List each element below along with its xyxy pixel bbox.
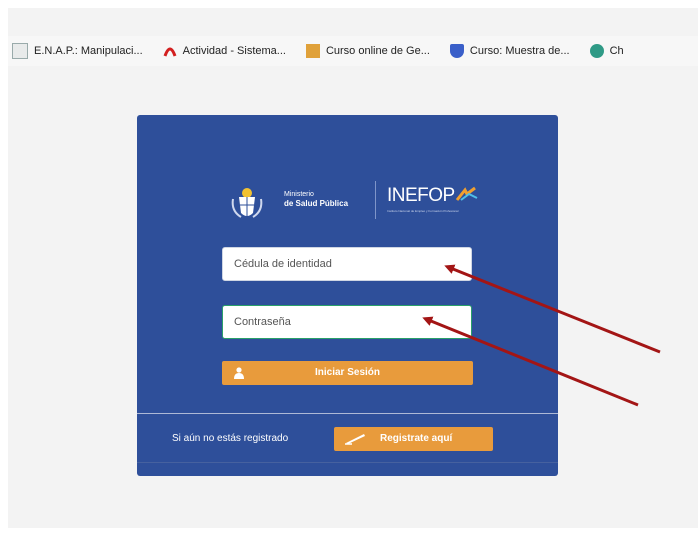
ministry-line2: de Salud Pública [284, 199, 349, 208]
bookmark-actividad[interactable]: Actividad - Sistema... [163, 44, 286, 58]
globe-icon [589, 44, 604, 58]
login-card: Ministerio de Salud Pública INEFOP Insti… [137, 115, 558, 476]
course-icon [305, 44, 320, 58]
document-icon [12, 43, 28, 59]
bookmark-ch[interactable]: Ch [589, 44, 624, 58]
bookmark-enap[interactable]: E.N.A.P.: Manipulaci... [12, 43, 143, 59]
cedula-input[interactable]: Cédula de identidad [222, 247, 472, 281]
browser-top-strip [8, 8, 698, 36]
bookmarks-bar: E.N.A.P.: Manipulaci... Actividad - Sist… [8, 36, 698, 66]
shield-icon [449, 44, 464, 58]
user-icon [234, 367, 244, 379]
register-button-label: Registrate aquí [380, 433, 453, 444]
logo-row: Ministerio de Salud Pública INEFOP Insti… [229, 179, 489, 223]
login-button-label: Iniciar Sesión [314, 367, 381, 378]
bookmark-label: E.N.A.P.: Manipulaci... [34, 45, 143, 57]
bookmark-label: Ch [609, 45, 624, 57]
password-input[interactable]: Contraseña [222, 305, 472, 339]
arc-icon [163, 44, 177, 58]
bookmark-label: Curso online de Ge... [325, 45, 430, 57]
card-separator [137, 413, 558, 414]
register-button[interactable]: Registrate aquí [334, 427, 493, 451]
inefop-logo: INEFOP [387, 185, 455, 206]
bookmark-curso-online[interactable]: Curso online de Ge... [305, 44, 430, 58]
login-button[interactable]: Iniciar Sesión [222, 361, 473, 385]
card-footer-line [137, 462, 558, 463]
inefop-subtitle: Instituto Nacional de Empleo y Formación… [387, 209, 459, 213]
inefop-swoosh-icon [455, 186, 478, 201]
bookmark-label: Curso: Muestra de... [469, 45, 570, 57]
bookmark-curso-muestra[interactable]: Curso: Muestra de... [449, 44, 570, 58]
ministry-line1: Ministerio [284, 191, 314, 198]
coat-of-arms-icon [231, 188, 263, 218]
pencil-icon [345, 434, 365, 445]
bookmark-label: Actividad - Sistema... [182, 45, 286, 57]
logo-divider [375, 181, 376, 219]
register-prompt: Si aún no estás registrado [172, 433, 289, 444]
